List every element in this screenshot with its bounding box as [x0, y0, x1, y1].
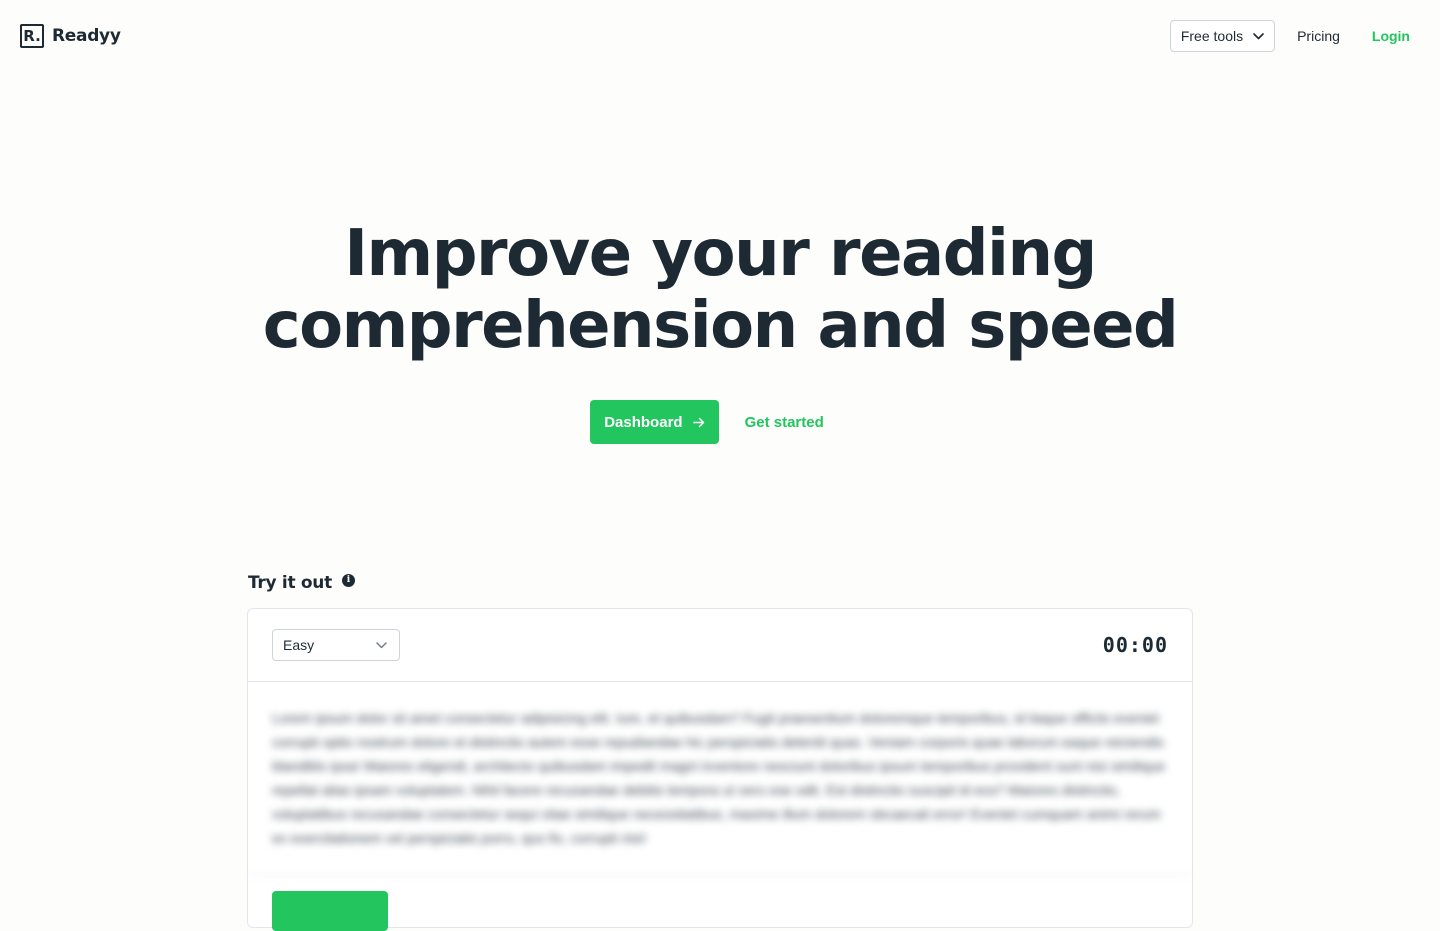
site-header: R. Readyy Free tools Pricing Login: [0, 0, 1440, 72]
info-icon[interactable]: i: [341, 573, 355, 587]
difficulty-select[interactable]: Easy: [272, 629, 400, 661]
logo[interactable]: R. Readyy: [20, 24, 121, 48]
get-started-link[interactable]: Get started: [745, 414, 824, 431]
reading-passage: Lorem ipsum dolor sit amet consectetur a…: [248, 682, 1192, 875]
free-tools-dropdown[interactable]: Free tools: [1169, 20, 1276, 52]
card-toolbar: Easy 00:00: [248, 609, 1192, 682]
dashboard-button[interactable]: Dashboard: [590, 400, 719, 444]
pricing-link[interactable]: Pricing: [1297, 28, 1340, 44]
try-it-out-title: Try it out: [248, 573, 332, 593]
logo-mark: R.: [20, 24, 44, 48]
login-link[interactable]: Login: [1372, 28, 1410, 44]
hero-title: Improve your reading comprehension and s…: [0, 218, 1440, 362]
hero-title-line2: comprehension and speed: [262, 289, 1179, 363]
start-button[interactable]: [272, 891, 388, 931]
difficulty-selected-value: Easy: [283, 637, 315, 653]
arrow-right-icon: [692, 417, 704, 427]
dashboard-button-label: Dashboard: [604, 413, 683, 431]
reading-test-card: Easy 00:00 Lorem ipsum dolor sit amet co…: [247, 608, 1193, 931]
chevron-down-icon: [376, 642, 387, 649]
chevron-down-icon: [1253, 32, 1264, 39]
logo-text: Readyy: [52, 26, 121, 46]
hero-actions: Dashboard Get started: [0, 400, 1440, 444]
timer: 00:00: [1102, 633, 1168, 657]
try-it-out-heading: Try it out i: [248, 573, 355, 593]
hero-title-line1: Improve your reading: [344, 217, 1097, 291]
top-nav: Free tools Pricing Login: [1169, 20, 1410, 52]
free-tools-label: Free tools: [1180, 28, 1244, 44]
